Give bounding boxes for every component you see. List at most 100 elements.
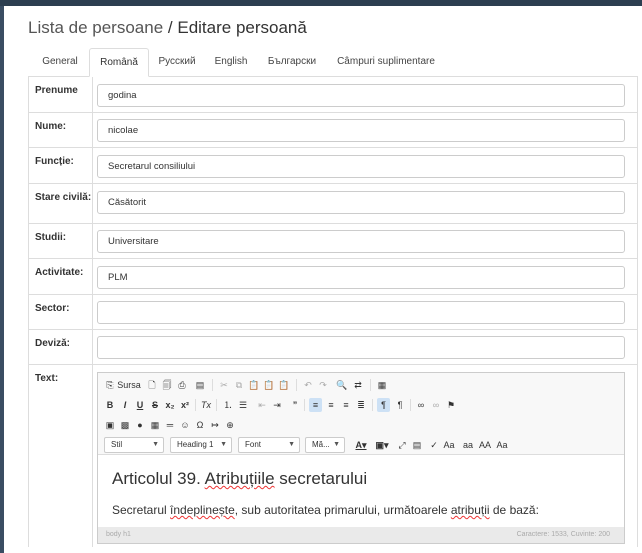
unlink-icon[interactable]: ∞ [430,398,442,412]
row-text: Text: ⎘ Sursa 🗋 🗐 ⎙ ▤ ✂ ⧉ 📋 📋 📋 ↶ ↷ 🔍 ⇄ … [29,365,637,547]
iframe-icon[interactable]: ⊕ [224,418,236,432]
underline-icon[interactable]: U [134,398,146,412]
paste-icon[interactable]: 📋 [248,378,260,392]
paragraph-misspelled-word: îndeplinește [170,503,235,517]
label-nume: Nume: [29,113,93,147]
horizontal-line-icon[interactable]: ═ [164,418,176,432]
find-icon[interactable]: 🔍 [336,378,348,392]
text-direction-rtl-icon[interactable]: ¶ [394,398,406,412]
show-blocks-icon[interactable]: ▤ [411,438,423,452]
tab-general[interactable]: General [32,48,88,77]
indent-icon[interactable]: ⇥ [271,398,283,412]
studii-input[interactable]: Universitare [97,230,625,253]
align-right-icon[interactable]: ≡ [340,398,352,412]
font-select[interactable]: Font ▼ [238,437,300,453]
row-nume: Nume: nicolae [29,113,637,148]
row-activitate: Activitate: PLM [29,259,637,295]
title-case-icon[interactable]: Aa [496,438,508,452]
replace-icon[interactable]: ⇄ [352,378,364,392]
special-char-icon[interactable]: Ω [194,418,206,432]
source-icon[interactable]: ⎘ [104,378,116,392]
element-path[interactable]: body h1 [106,531,131,538]
editor-toolbar: ⎘ Sursa 🗋 🗐 ⎙ ▤ ✂ ⧉ 📋 📋 📋 ↶ ↷ 🔍 ⇄ ▦ B I … [98,373,624,455]
copy-icon[interactable]: ⧉ [233,378,245,392]
editor-status-bar: body h1 Caractere: 1533, Cuvinte: 200 [98,527,624,543]
outdent-icon[interactable]: ⇤ [256,398,268,412]
heading-part: secretarului [274,469,368,488]
redo-icon[interactable]: ↷ [317,378,329,392]
tab-extra-fields[interactable]: Câmpuri suplimentare [334,48,438,77]
sector-input[interactable] [97,301,625,324]
subscript-icon[interactable]: x₂ [164,398,176,412]
toolbar-divider [304,399,305,411]
style-select[interactable]: Stil ▼ [104,437,164,453]
align-left-icon[interactable]: ≡ [309,398,322,412]
new-page-icon[interactable]: 🗋 [146,378,158,392]
label-deviza: Deviză: [29,330,93,364]
breadcrumb-parent[interactable]: Lista de persoane [28,18,163,37]
page-break-icon[interactable]: ↦ [209,418,221,432]
remove-format-icon[interactable]: Tx [200,398,212,412]
background-color-icon[interactable]: ▣▾ [373,438,391,452]
maximize-icon[interactable]: ⤢ [396,438,408,452]
smiley-icon[interactable]: ☺ [179,418,191,432]
align-center-icon[interactable]: ≡ [325,398,337,412]
source-button[interactable]: Sursa [116,378,142,392]
font-select-value: Font [245,440,262,449]
toolbar-divider [216,399,217,411]
paste-word-icon[interactable]: 📋 [278,378,290,392]
flash-icon[interactable]: ▩ [119,418,131,432]
paste-text-icon[interactable]: 📋 [263,378,275,392]
bold-icon[interactable]: B [104,398,116,412]
size-select[interactable]: Mă... ▼ [305,437,345,453]
numbered-list-icon[interactable]: ⒈ [222,398,234,412]
superscript-icon[interactable]: x² [179,398,191,412]
preview-icon[interactable]: 🗐 [161,378,173,392]
link-icon[interactable]: ∞ [415,398,427,412]
cut-icon[interactable]: ✂ [218,378,230,392]
print-icon[interactable]: ⎙ [176,378,188,392]
nume-input[interactable]: nicolae [97,119,625,142]
tab-bulgarian[interactable]: Български [261,48,323,77]
bulleted-list-icon[interactable]: ☰ [237,398,249,412]
anchor-flag-icon[interactable]: ⚑ [445,398,457,412]
row-stare-civila: Stare civilă: Căsătorit [29,184,637,224]
change-case-icon[interactable]: Aa [443,438,455,452]
label-prenume: Prenume [29,77,93,112]
table-icon[interactable]: ▦ [149,418,161,432]
editor-content[interactable]: Articolul 39. Atribuțiile secretarului S… [98,455,624,527]
text-direction-ltr-icon[interactable]: ¶ [377,398,390,412]
media-icon[interactable]: ● [134,418,146,432]
breadcrumb-separator: / [167,18,173,37]
language-tabs: General Română Русский English Български… [28,48,638,77]
undo-icon[interactable]: ↶ [302,378,314,392]
uppercase-icon[interactable]: AA [478,438,492,452]
prenume-input[interactable]: godina [97,84,625,107]
align-justify-icon[interactable]: ≣ [355,398,367,412]
lowercase-icon[interactable]: aa [462,438,474,452]
stare-civila-input[interactable]: Căsătorit [97,191,625,214]
paragraph-misspelled-word: atribuții [450,503,490,517]
row-studii: Studii: Universitare [29,224,637,259]
activitate-input[interactable]: PLM [97,266,625,289]
label-stare-civila: Stare civilă: [29,184,93,223]
format-select[interactable]: Heading 1 ▼ [170,437,232,453]
blockquote-icon[interactable]: ” [289,398,301,412]
deviza-input[interactable] [97,336,625,359]
image-icon[interactable]: ▣ [104,418,116,432]
strikethrough-icon[interactable]: S [149,398,161,412]
chevron-down-icon: ▼ [152,441,159,448]
spellcheck-icon[interactable]: ✓ [428,438,440,452]
select-all-icon[interactable]: ▦ [376,378,388,392]
tab-english[interactable]: English [208,48,254,77]
row-prenume: Prenume godina [29,77,637,113]
label-text: Text: [29,365,93,547]
functie-input[interactable]: Secretarul consiliului [97,155,625,178]
tab-romana[interactable]: Română [89,48,149,77]
templates-icon[interactable]: ▤ [194,378,206,392]
text-color-icon[interactable]: A▾ [352,438,370,452]
page-title: Lista de persoane / Editare persoană [28,18,307,38]
rich-text-editor: ⎘ Sursa 🗋 🗐 ⎙ ▤ ✂ ⧉ 📋 📋 📋 ↶ ↷ 🔍 ⇄ ▦ B I … [97,372,625,544]
italic-icon[interactable]: I [119,398,131,412]
tab-russian[interactable]: Русский [152,48,202,77]
